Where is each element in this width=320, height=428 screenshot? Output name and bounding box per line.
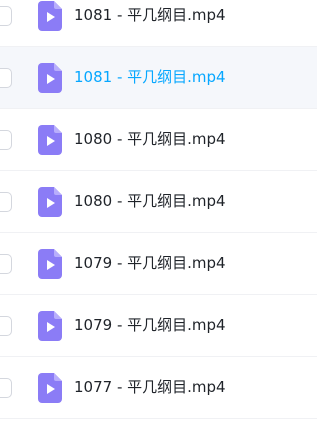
row-checkbox[interactable] bbox=[0, 130, 12, 150]
file-row[interactable]: 1080 - 平几纲目.mp4 bbox=[0, 171, 317, 233]
file-name-link[interactable]: 1081 - 平几纲目.mp4 bbox=[74, 5, 226, 25]
file-row[interactable]: 1081 - 平几纲目.mp4 bbox=[0, 0, 317, 47]
row-checkbox[interactable] bbox=[0, 192, 12, 212]
row-checkbox[interactable] bbox=[0, 378, 12, 398]
file-name-link[interactable]: 1079 - 平几纲目.mp4 bbox=[74, 253, 226, 273]
file-row[interactable]: 1079 - 平几纲目.mp4 bbox=[0, 233, 317, 295]
file-row[interactable]: 1079 - 平几纲目.mp4 bbox=[0, 295, 317, 357]
file-row[interactable]: 1081 - 平几纲目.mp4 bbox=[0, 47, 317, 109]
row-checkbox[interactable] bbox=[0, 316, 12, 336]
video-file-icon bbox=[38, 1, 62, 31]
video-file-icon bbox=[38, 373, 62, 403]
file-name-link[interactable]: 1080 - 平几纲目.mp4 bbox=[74, 191, 226, 211]
file-name-link[interactable]: 1077 - 平几纲目.mp4 bbox=[74, 377, 226, 397]
row-checkbox[interactable] bbox=[0, 68, 12, 88]
file-row[interactable]: 1080 - 平几纲目.mp4 bbox=[0, 109, 317, 171]
video-file-icon bbox=[38, 63, 62, 93]
file-name-link[interactable]: 1081 - 平几纲目.mp4 bbox=[74, 67, 226, 87]
file-name-link[interactable]: 1080 - 平几纲目.mp4 bbox=[74, 129, 226, 149]
video-file-icon bbox=[38, 187, 62, 217]
video-file-icon bbox=[38, 249, 62, 279]
file-name-link[interactable]: 1079 - 平几纲目.mp4 bbox=[74, 315, 226, 335]
row-checkbox[interactable] bbox=[0, 254, 12, 274]
file-list: 1081 - 平几纲目.mp4 1081 - 平几纲目.mp4 1080 - 平几纲… bbox=[0, 0, 317, 428]
video-file-icon bbox=[38, 125, 62, 155]
file-row[interactable]: 1077 - 平几纲目.mp4 bbox=[0, 357, 317, 419]
video-file-icon bbox=[38, 311, 62, 341]
row-checkbox[interactable] bbox=[0, 6, 12, 26]
